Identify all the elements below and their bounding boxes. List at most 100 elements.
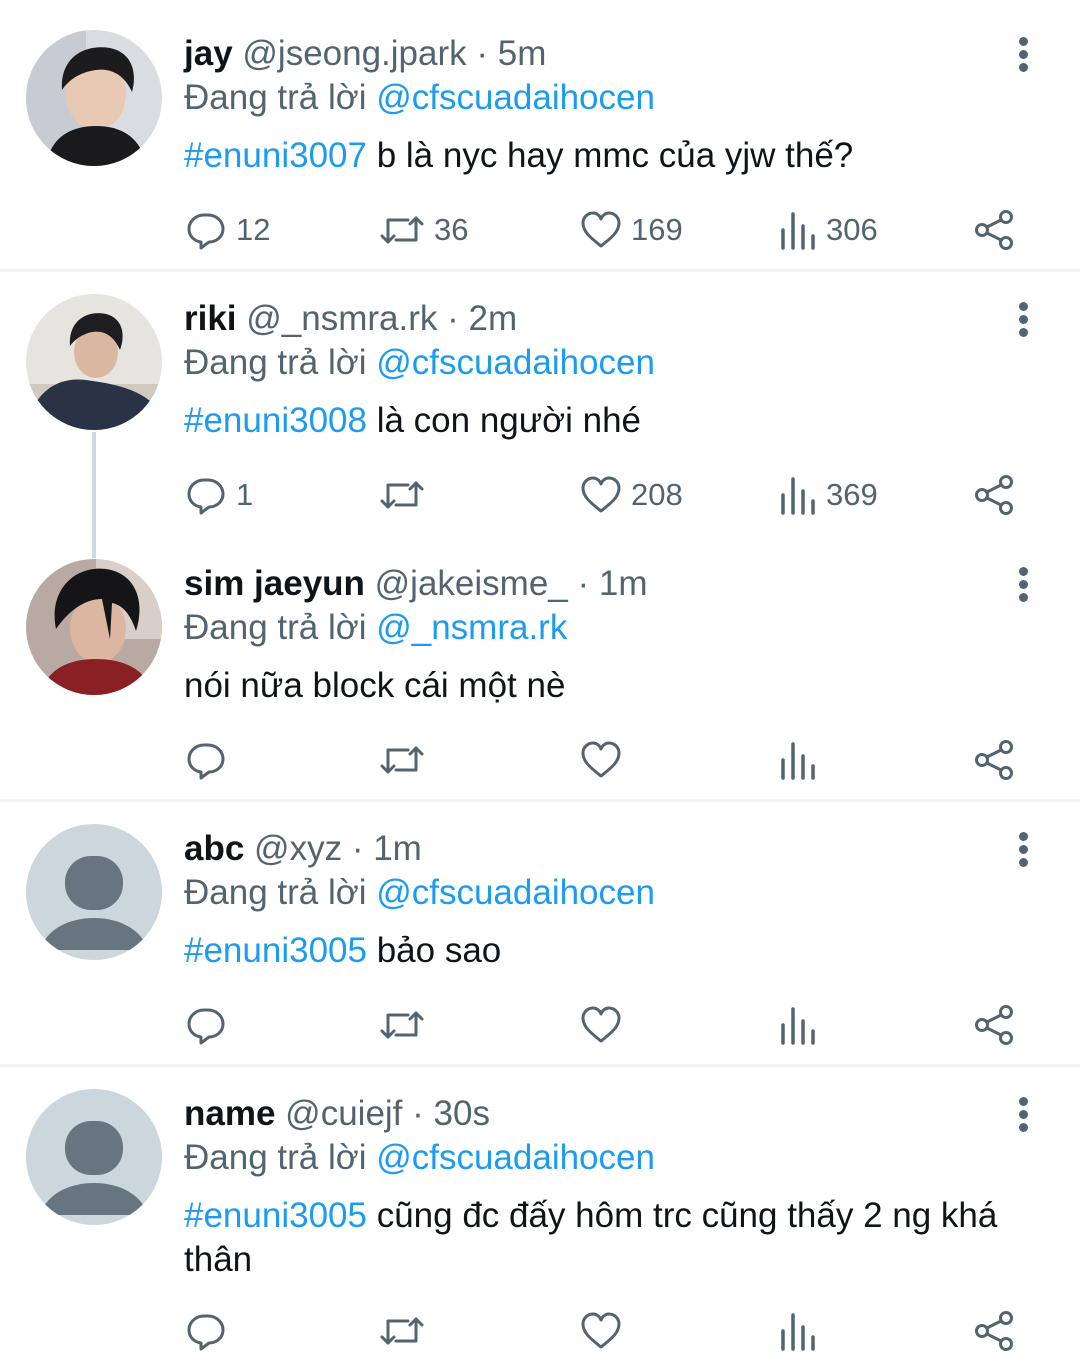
retweet-button[interactable]: 36 <box>378 208 468 252</box>
hashtag-link[interactable]: #enuni3005 <box>184 1196 367 1235</box>
like-icon <box>579 1003 623 1047</box>
views-button[interactable]: 369 <box>778 473 878 517</box>
reply-icon <box>184 208 228 252</box>
like-count: 208 <box>631 477 683 512</box>
tweet-header: sim jaeyun @jakeisme_ · 1m <box>184 564 648 604</box>
like-icon <box>579 738 623 782</box>
views-icon <box>778 208 818 252</box>
replying-to-label: Đang trả lời <box>184 608 367 647</box>
tweet-body: bảo sao <box>366 931 502 970</box>
hashtag-link[interactable]: #enuni3008 <box>184 401 367 440</box>
tweet-header: jay @jseong.jpark · 5m <box>184 34 546 74</box>
separator: · <box>476 34 489 73</box>
replying-to: Đang trả lời @cfscuadaihocen <box>184 1138 655 1178</box>
retweet-button[interactable] <box>378 473 434 517</box>
reply-button[interactable]: 1 <box>184 473 253 517</box>
more-options-icon[interactable] <box>1012 34 1036 74</box>
like-button[interactable]: 169 <box>579 208 683 252</box>
like-count: 169 <box>631 212 683 247</box>
like-icon <box>579 473 623 517</box>
mention-link[interactable]: @cfscuadaihocen <box>376 1138 655 1177</box>
retweet-icon <box>378 1003 426 1047</box>
tweet-text: #enuni3007 b là nyc hay mmc của yjw thế? <box>184 134 1054 178</box>
more-options-icon[interactable] <box>1012 564 1036 604</box>
like-button[interactable] <box>579 1309 623 1353</box>
share-button[interactable] <box>972 1003 1016 1047</box>
like-button[interactable] <box>579 738 623 782</box>
tweet-reply[interactable]: riki @_nsmra.rk · 2m Đang trả lời @cfscu… <box>0 272 1080 537</box>
views-icon <box>778 473 818 517</box>
mention-link[interactable]: @cfscuadaihocen <box>376 343 655 382</box>
views-button[interactable]: 306 <box>778 208 878 252</box>
display-name[interactable]: name <box>184 1094 275 1133</box>
share-icon <box>972 208 1016 252</box>
mention-link[interactable]: @cfscuadaihocen <box>376 78 655 117</box>
more-options-icon[interactable] <box>1012 299 1036 339</box>
reply-button[interactable] <box>184 738 228 782</box>
hashtag-link[interactable]: #enuni3007 <box>184 136 367 175</box>
user-handle[interactable]: @xyz <box>254 829 342 868</box>
separator: · <box>351 829 364 868</box>
share-button[interactable] <box>972 473 1016 517</box>
display-name[interactable]: riki <box>184 299 237 338</box>
retweet-button[interactable] <box>378 1309 426 1353</box>
replying-to: Đang trả lời @cfscuadaihocen <box>184 873 655 913</box>
reply-button[interactable] <box>184 1309 228 1353</box>
reply-icon <box>184 738 228 782</box>
separator: · <box>412 1094 424 1133</box>
retweet-icon <box>378 208 426 252</box>
display-name[interactable]: sim jaeyun <box>184 564 365 603</box>
share-icon <box>972 1003 1016 1047</box>
avatar[interactable] <box>26 1089 162 1225</box>
tweet-reply[interactable]: abc @xyz · 1m Đang trả lời @cfscuadaihoc… <box>0 802 1080 1065</box>
timestamp[interactable]: 30s <box>434 1094 490 1133</box>
retweet-icon <box>378 1309 426 1353</box>
views-button[interactable] <box>778 738 818 782</box>
views-count: 369 <box>826 477 878 512</box>
tweet-text: #enuni3005 bảo sao <box>184 929 1054 973</box>
display-name[interactable]: jay <box>184 34 233 73</box>
tweet-body: b là nyc hay mmc của yjw thế? <box>366 136 854 175</box>
mention-link[interactable]: @cfscuadaihocen <box>376 873 655 912</box>
replying-to: Đang trả lời @cfscuadaihocen <box>184 343 655 383</box>
like-button[interactable] <box>579 1003 623 1047</box>
reply-button[interactable] <box>184 1003 228 1047</box>
avatar[interactable] <box>26 559 162 695</box>
views-button[interactable] <box>778 1003 818 1047</box>
reply-button[interactable]: 12 <box>184 208 270 252</box>
retweet-button[interactable] <box>378 1003 426 1047</box>
retweet-icon <box>378 473 426 517</box>
mention-link[interactable]: @_nsmra.rk <box>376 608 567 647</box>
share-button[interactable] <box>972 1309 1016 1353</box>
reply-icon <box>184 1309 228 1353</box>
avatar[interactable] <box>26 30 162 166</box>
tweet-reply[interactable]: jay @jseong.jpark · 5m Đang trả lời @cfs… <box>0 0 1080 270</box>
user-handle[interactable]: @jseong.jpark <box>242 34 466 73</box>
retweet-button[interactable] <box>378 738 426 782</box>
user-handle[interactable]: @_nsmra.rk <box>246 299 437 338</box>
tweet-reply[interactable]: sim jaeyun @jakeisme_ · 1m Đang trả lời … <box>0 537 1080 800</box>
action-bar <box>0 1003 1080 1047</box>
timestamp[interactable]: 5m <box>498 34 547 73</box>
more-options-icon[interactable] <box>1012 829 1036 869</box>
hashtag-link[interactable]: #enuni3005 <box>184 931 367 970</box>
avatar[interactable] <box>26 824 162 960</box>
replying-to-label: Đang trả lời <box>184 1138 367 1177</box>
views-button[interactable] <box>778 1309 818 1353</box>
reply-icon <box>184 1003 228 1047</box>
share-button[interactable] <box>972 208 1016 252</box>
action-bar <box>0 738 1080 782</box>
timestamp[interactable]: 1m <box>599 564 648 603</box>
avatar[interactable] <box>26 294 162 430</box>
like-button[interactable]: 208 <box>579 473 683 517</box>
display-name[interactable]: abc <box>184 829 244 868</box>
share-button[interactable] <box>972 738 1016 782</box>
action-bar <box>0 1309 1080 1353</box>
reply-count: 12 <box>236 212 271 247</box>
user-handle[interactable]: @cuiejf <box>285 1094 402 1133</box>
user-handle[interactable]: @jakeisme_ <box>375 564 568 603</box>
timestamp[interactable]: 2m <box>469 299 518 338</box>
more-options-icon[interactable] <box>1012 1094 1036 1134</box>
tweet-reply[interactable]: name @cuiejf · 30s Đang trả lời @cfscuad… <box>0 1067 1080 1371</box>
timestamp[interactable]: 1m <box>373 829 422 868</box>
